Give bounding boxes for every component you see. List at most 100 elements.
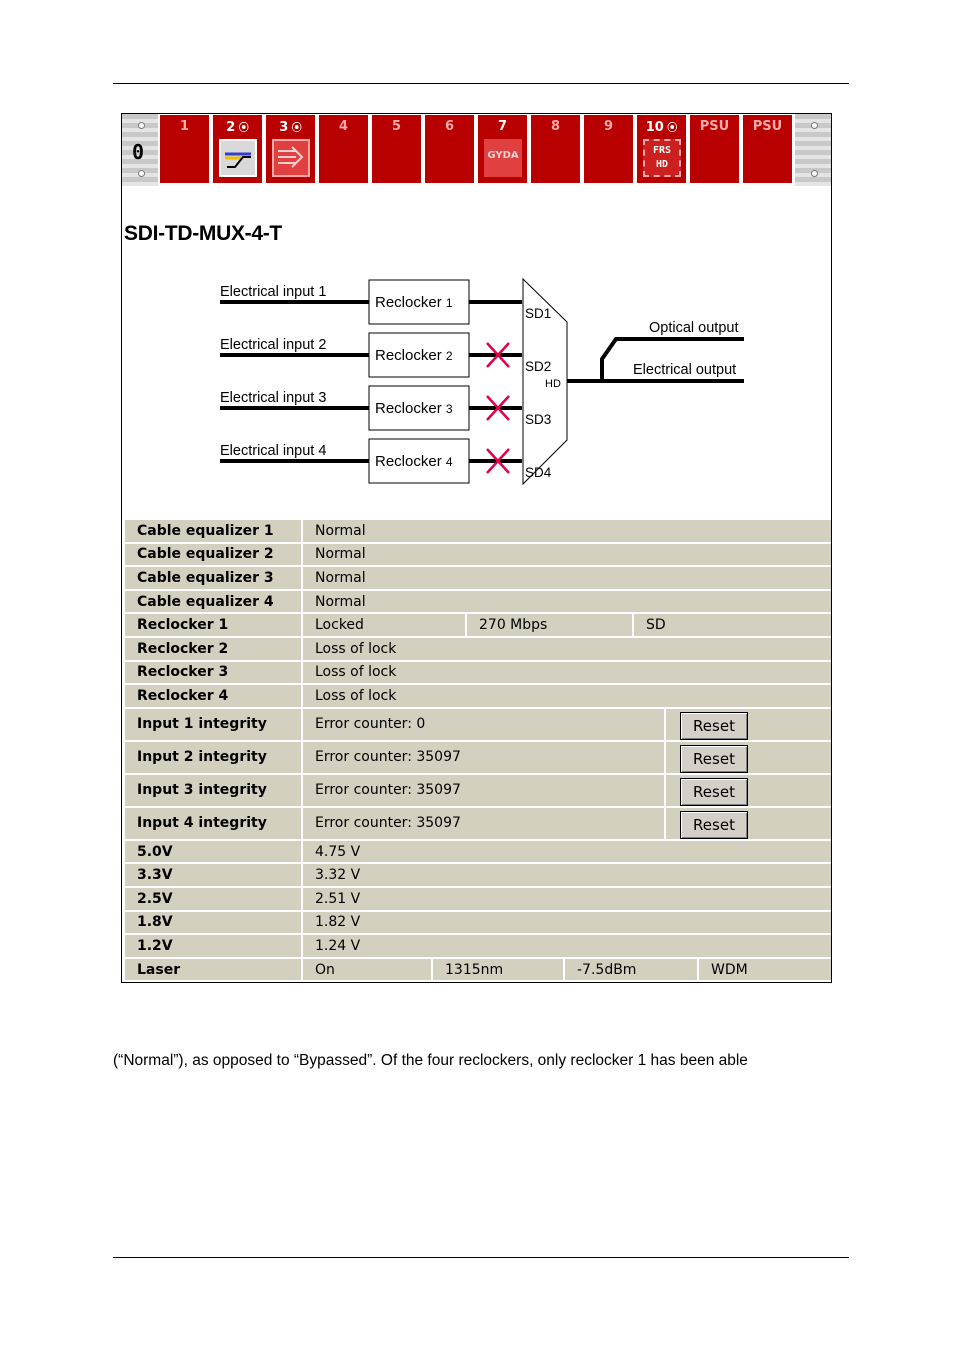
row-value: Normal [303, 543, 831, 566]
reset-button[interactable]: Reset [680, 777, 748, 806]
row-label: 3.3V [125, 864, 301, 886]
row-label: Cable equalizer 4 [125, 590, 301, 613]
rack-slot-4[interactable]: 4 [318, 114, 369, 184]
slot-number: 8 [550, 119, 561, 134]
rack-slot-2[interactable]: 2 ⦿ [212, 114, 263, 184]
table-row: Reclocker 3 Loss of lock [125, 661, 831, 684]
table-row: Cable equalizer 4 Normal [125, 590, 831, 613]
row-value: Error counter: 35097 [303, 741, 664, 773]
row-value: 1.24 V [303, 935, 831, 957]
rack-slot-3[interactable]: 3 ⦿ [265, 114, 316, 184]
gyda-icon[interactable]: GYDA [484, 139, 522, 177]
optical-output-label: Optical output [649, 320, 738, 336]
slot-number: 6 [444, 119, 455, 134]
rack-slot-6[interactable]: 6 [424, 114, 475, 184]
slot-number: PSU [699, 119, 730, 134]
row-label: Laser [125, 958, 301, 981]
slot-number: 3 ⦿ [279, 120, 302, 135]
table-row: Reclocker 2 Loss of lock [125, 638, 831, 660]
table-row: Laser On 1315nm -7.5dBm WDM [125, 958, 831, 981]
row-value: Loss of lock [303, 685, 831, 707]
row-value: WDM [699, 958, 831, 981]
row-label: 5.0V [125, 840, 301, 863]
slot-number: 2 ⦿ [226, 120, 249, 135]
rack-number: 0 [132, 140, 145, 164]
table-row: Cable equalizer 3 Normal [125, 567, 831, 589]
row-value: Error counter: 35097 [303, 774, 664, 806]
table-row: Input 4 integrity Error counter: 35097 Res… [125, 807, 831, 839]
row-value: Normal [303, 567, 831, 589]
row-value: 2.51 V [303, 888, 831, 910]
wireless-icon: ⦿ [235, 123, 249, 134]
wireless-icon: ⦿ [663, 123, 678, 134]
row-label: Reclocker 3 [125, 661, 301, 684]
rack-slot-10[interactable]: 10 ⦿ FRS HD [636, 114, 687, 184]
row-value: Error counter: 35097 [303, 807, 664, 839]
reset-button[interactable]: Reset [680, 744, 748, 773]
input-label-3: Electrical input 3 [220, 390, 326, 406]
row-value: 4.75 V [303, 840, 831, 863]
card-status-panel: 0 1 2 ⦿ 3 ⦿ 4 5 6 7 GYDA 8 9 10 ⦿ FRS HD PSU PSU SDI-T… [121, 113, 832, 983]
row-label: Cable equalizer 2 [125, 543, 301, 566]
row-value: Loss of lock [303, 638, 831, 660]
input-label-4: Electrical input 4 [220, 443, 326, 459]
rack-bar: 0 1 2 ⦿ 3 ⦿ 4 5 6 7 GYDA 8 9 10 ⦿ FRS HD PSU PSU [122, 114, 831, 186]
mux-icon[interactable] [272, 139, 310, 177]
mux-hd-label: HD [545, 378, 561, 390]
row-label: Cable equalizer 3 [125, 567, 301, 589]
row-label: Reclocker 2 [125, 638, 301, 660]
table-row: 5.0V 4.75 V [125, 840, 831, 863]
slot-number: 10 ⦿ [645, 120, 678, 135]
row-value: 1.82 V [303, 911, 831, 934]
table-row: Reclocker 1 Locked 270 Mbps SD [125, 614, 831, 636]
row-value: Normal [303, 520, 831, 542]
rack-right-end [795, 114, 831, 186]
reset-button[interactable]: Reset [680, 711, 748, 740]
rack-slot-12[interactable]: PSU [742, 114, 793, 184]
row-label: 1.2V [125, 935, 301, 957]
reclocker-label-4: Reclocker 4 [375, 453, 453, 470]
row-label: Cable equalizer 1 [125, 520, 301, 542]
slot-number: 9 [603, 119, 614, 134]
reclocker-label-2: Reclocker 2 [375, 347, 453, 364]
row-label: Input 3 integrity [125, 774, 301, 806]
row-value: 3.32 V [303, 864, 831, 886]
rack-left-end: 0 [122, 114, 158, 186]
frs-hd-icon[interactable]: FRS HD [643, 139, 681, 177]
header-rule [113, 83, 849, 84]
row-value: Locked [303, 614, 465, 636]
rack-slot-9[interactable]: 9 [583, 114, 634, 184]
rack-slot-5[interactable]: 5 [371, 114, 422, 184]
rack-slot-1[interactable]: 1 [159, 114, 210, 184]
body-paragraph: (“Normal”), as opposed to “Bypassed”. Of… [113, 1052, 748, 1069]
cable-equalizer-icon[interactable] [219, 139, 257, 177]
row-label: 2.5V [125, 888, 301, 910]
row-label: 1.8V [125, 911, 301, 934]
table-row: Reclocker 4 Loss of lock [125, 685, 831, 707]
row-value: -7.5dBm [565, 958, 697, 981]
rack-slot-7[interactable]: 7 GYDA [477, 114, 528, 184]
row-label: Input 4 integrity [125, 807, 301, 839]
row-label: Reclocker 1 [125, 614, 301, 636]
row-value: SD [634, 614, 831, 636]
wireless-icon: ⦿ [288, 123, 302, 134]
reset-button[interactable]: Reset [680, 810, 748, 839]
table-row: Input 2 integrity Error counter: 35097 Res… [125, 741, 831, 773]
row-label: Input 1 integrity [125, 708, 301, 740]
electrical-output-label: Electrical output [633, 362, 736, 378]
slot-number: 5 [391, 119, 402, 134]
slot-number: 7 [497, 119, 508, 134]
reclocker-label-3: Reclocker 3 [375, 400, 453, 417]
slot-number: 4 [338, 119, 349, 134]
footer-rule [113, 1257, 849, 1258]
rack-slot-11[interactable]: PSU [689, 114, 740, 184]
table-row: 3.3V 3.32 V [125, 864, 831, 886]
rack-slot-8[interactable]: 8 [530, 114, 581, 184]
table-row: 2.5V 2.51 V [125, 888, 831, 910]
row-value: Normal [303, 590, 831, 613]
row-label: Reclocker 4 [125, 685, 301, 707]
row-value: 270 Mbps [467, 614, 632, 636]
table-row: Input 3 integrity Error counter: 35097 Res… [125, 774, 831, 806]
row-value: Loss of lock [303, 661, 831, 684]
input-label-1: Electrical input 1 [220, 284, 326, 300]
